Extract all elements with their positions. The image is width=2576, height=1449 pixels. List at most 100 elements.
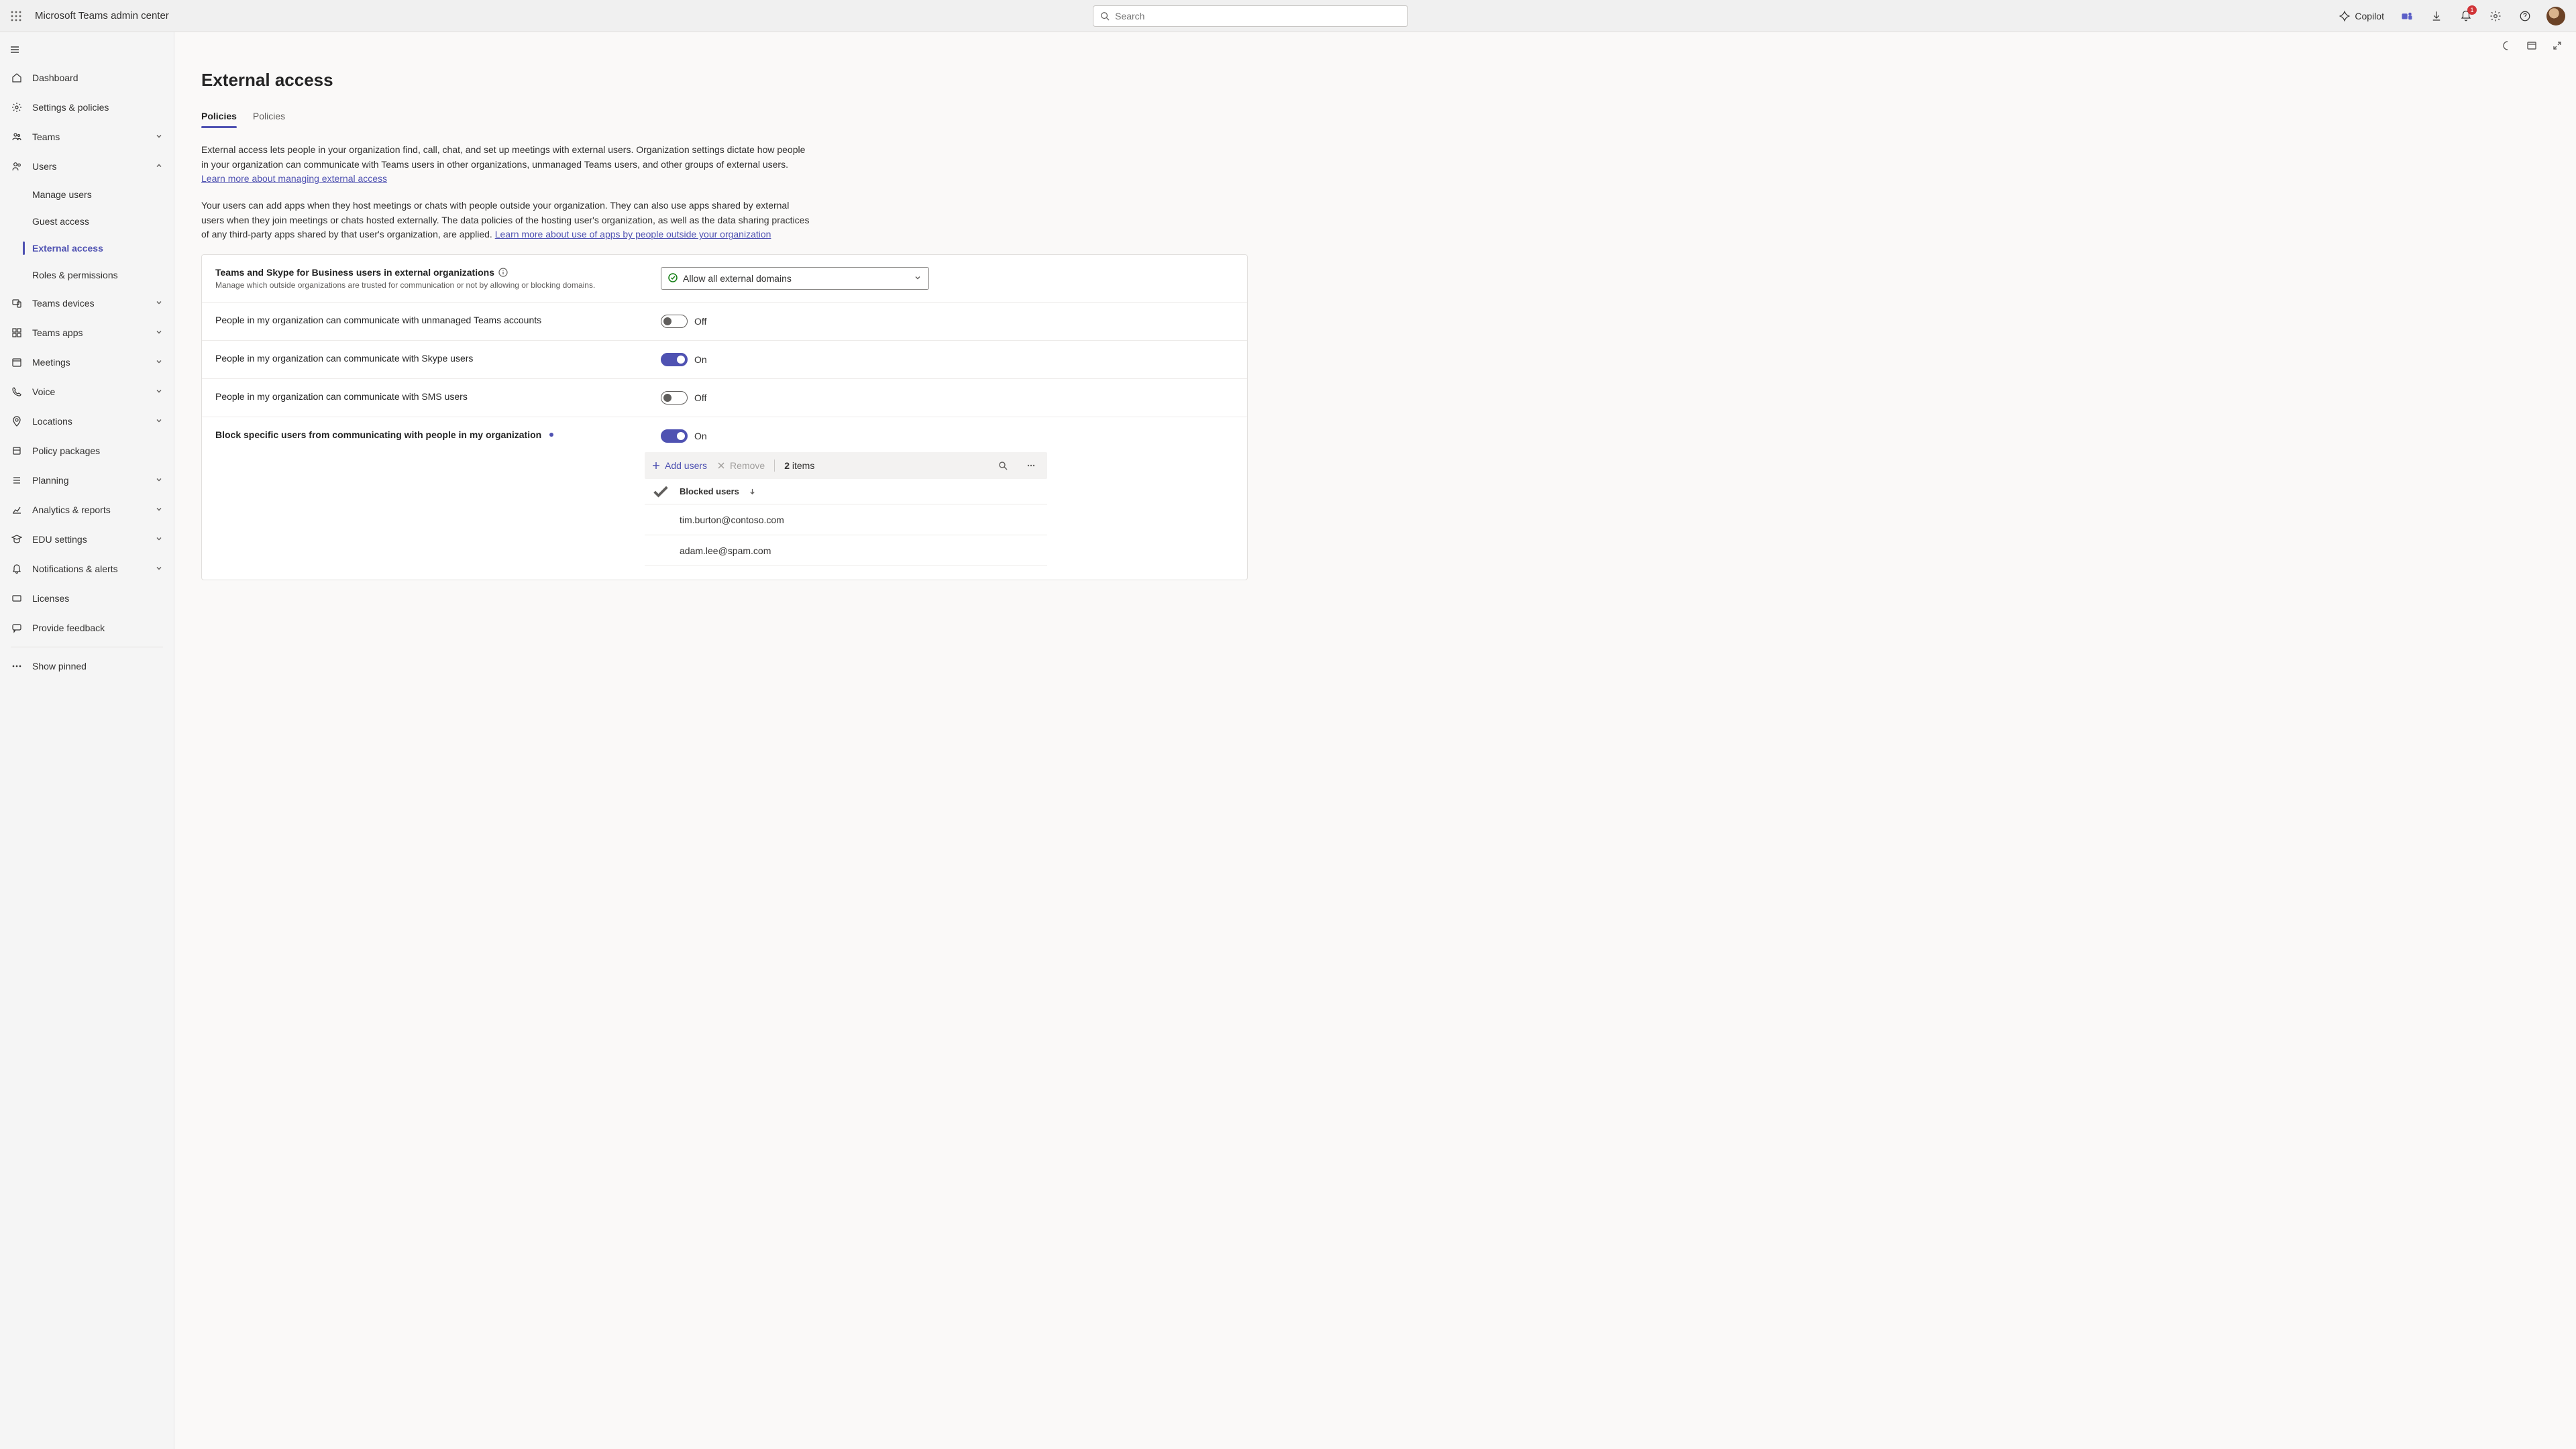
close-icon — [716, 461, 726, 470]
nav-label: Teams devices — [32, 298, 95, 309]
more-icon — [11, 661, 22, 672]
blocked-user-row[interactable]: tim.burton@contoso.com — [645, 504, 1047, 535]
nav-voice[interactable]: Voice — [0, 377, 174, 407]
nav-label: Analytics & reports — [32, 504, 111, 515]
calendar-icon — [11, 357, 22, 368]
nav-label: Planning — [32, 475, 69, 486]
teams-app-button[interactable] — [2394, 3, 2420, 30]
app-title: Microsoft Teams admin center — [35, 10, 169, 21]
toggle-state-label: Off — [694, 392, 706, 403]
nav-guest-access[interactable]: Guest access — [0, 208, 174, 235]
license-icon — [11, 593, 22, 604]
waffle-icon — [11, 11, 21, 21]
items-count: 2 items — [784, 460, 814, 471]
nav-show-pinned[interactable]: Show pinned — [0, 651, 174, 681]
nav-label: Dashboard — [32, 72, 78, 83]
chevron-up-icon — [155, 162, 163, 170]
help-button[interactable] — [2512, 3, 2538, 30]
nav-label: Voice — [32, 386, 55, 397]
toolbar-divider — [774, 460, 775, 472]
setting-external-domains: Teams and Skype for Business users in ex… — [202, 255, 1247, 303]
blocked-user-row[interactable]: adam.lee@spam.com — [645, 535, 1047, 566]
collapse-nav-button[interactable] — [1, 36, 28, 63]
nav-licenses[interactable]: Licenses — [0, 584, 174, 613]
toggle-skype-users[interactable] — [661, 353, 688, 366]
copilot-button[interactable]: Copilot — [2332, 7, 2391, 25]
learn-more-link-2[interactable]: Learn more about use of apps by people o… — [495, 229, 771, 239]
learn-more-link-1[interactable]: Learn more about managing external acces… — [201, 173, 387, 184]
nav-manage-users[interactable]: Manage users — [0, 181, 174, 208]
nav-label: Users — [32, 161, 57, 172]
settings-button[interactable] — [2482, 3, 2509, 30]
nav-meetings[interactable]: Meetings — [0, 347, 174, 377]
nav-label: Notifications & alerts — [32, 564, 118, 574]
chevron-down-icon — [914, 274, 922, 282]
panel-icon — [2526, 40, 2537, 51]
package-icon — [11, 445, 22, 456]
tab-policies-2[interactable]: Policies — [253, 107, 285, 128]
notifications-button[interactable]: 1 — [2453, 3, 2479, 30]
setting-sms-users: People in my organization can communicat… — [202, 379, 1247, 417]
toggle-sms-users[interactable] — [661, 391, 688, 405]
tab-policies-1[interactable]: Policies — [201, 107, 237, 128]
nav-notifications-alerts[interactable]: Notifications & alerts — [0, 554, 174, 584]
nav-edu-settings[interactable]: EDU settings — [0, 525, 174, 554]
download-button[interactable] — [2423, 3, 2450, 30]
nav-label: Teams apps — [32, 327, 83, 338]
chevron-down-icon — [155, 132, 163, 140]
nav-teams-devices[interactable]: Teams devices — [0, 288, 174, 318]
setting-label: People in my organization can communicat… — [215, 353, 473, 364]
info-icon[interactable] — [498, 268, 508, 277]
remove-users-button[interactable]: Remove — [716, 460, 765, 471]
panel-toggle[interactable] — [2522, 36, 2541, 55]
external-domains-dropdown[interactable]: Allow all external domains — [661, 267, 929, 290]
nav-external-access[interactable]: External access — [0, 235, 174, 262]
select-all-checkbox[interactable] — [651, 482, 670, 501]
setting-subtext: Manage which outside organizations are t… — [215, 280, 645, 290]
feedback-icon — [11, 623, 22, 633]
expand-button[interactable] — [2548, 36, 2567, 55]
page-tabs: Policies Policies — [201, 107, 1248, 128]
nav-dashboard[interactable]: Dashboard — [0, 63, 174, 93]
teams-icon — [2401, 10, 2413, 22]
toggle-block-users[interactable] — [661, 429, 688, 443]
chevron-down-icon — [155, 358, 163, 366]
nav-analytics-reports[interactable]: Analytics & reports — [0, 495, 174, 525]
nav-teams[interactable]: Teams — [0, 122, 174, 152]
nav-label: EDU settings — [32, 534, 87, 545]
search-input[interactable] — [1115, 11, 1401, 21]
app-launcher-button[interactable] — [5, 5, 27, 27]
nav-provide-feedback[interactable]: Provide feedback — [0, 613, 174, 643]
column-header-blocked-users[interactable]: Blocked users — [670, 486, 1040, 496]
chart-icon — [11, 504, 22, 515]
nav-settings-policies[interactable]: Settings & policies — [0, 93, 174, 122]
toggle-unmanaged-teams[interactable] — [661, 315, 688, 328]
nav-locations[interactable]: Locations — [0, 407, 174, 436]
nav-teams-apps[interactable]: Teams apps — [0, 318, 174, 347]
copilot-icon — [2339, 10, 2351, 22]
search-icon — [998, 461, 1008, 470]
tab-label: Policies — [253, 111, 285, 121]
nav-planning[interactable]: Planning — [0, 466, 174, 495]
nav-label: Show pinned — [32, 661, 87, 672]
search-blocked-button[interactable] — [994, 456, 1012, 475]
nav-roles-permissions[interactable]: Roles & permissions — [0, 262, 174, 288]
nav-label: Licenses — [32, 593, 69, 604]
nav-users[interactable]: Users — [0, 152, 174, 181]
nav-label: Locations — [32, 416, 72, 427]
chevron-down-icon — [155, 564, 163, 572]
search-icon — [1100, 11, 1110, 21]
search-box[interactable] — [1093, 5, 1408, 27]
more-icon — [1026, 461, 1036, 470]
blocked-user-email: adam.lee@spam.com — [670, 545, 1040, 556]
teams-icon — [11, 131, 22, 142]
nav-policy-packages[interactable]: Policy packages — [0, 436, 174, 466]
page-title: External access — [201, 70, 1248, 91]
dark-mode-toggle[interactable] — [2497, 36, 2516, 55]
intro-1-text: External access lets people in your orga… — [201, 144, 805, 170]
more-blocked-button[interactable] — [1022, 456, 1040, 475]
add-users-button[interactable]: Add users — [651, 460, 707, 471]
chevron-down-icon — [155, 535, 163, 543]
user-avatar[interactable] — [2546, 7, 2565, 25]
main-content: External access Policies Policies Extern… — [174, 32, 2576, 1449]
